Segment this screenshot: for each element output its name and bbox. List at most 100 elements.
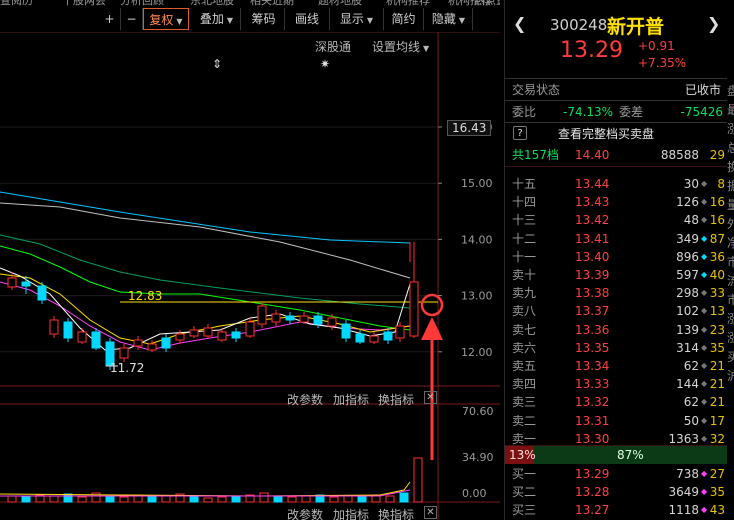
volume-bar: [105, 495, 115, 503]
ask-order-count: 35: [709, 340, 725, 355]
full-book-link[interactable]: 查看完整档买卖盘: [558, 125, 654, 143]
ask-row[interactable]: 十五 13.44 30 8 ◆: [505, 175, 727, 193]
top-menu-item[interactable]: 分析回顾: [120, 0, 164, 6]
ask-row[interactable]: 卖四 13.33 144 21 ◆: [505, 375, 727, 393]
top-menu-strip[interactable]: 查阅历十股两会分析回顾东北地股相关近期题材地股机构推荐机构推荐热点量概念精选机构…: [0, 0, 500, 6]
ratio-bar: 13% 87%: [505, 446, 727, 464]
volume-bar: [119, 496, 129, 503]
diamond-icon: ◆: [701, 379, 708, 389]
cut-off-label: 流: [727, 274, 734, 288]
bid-row[interactable]: 买二 13.28 3649 35 ◆: [505, 483, 727, 501]
hide-dropdown[interactable]: 隐藏 ▼: [425, 8, 473, 30]
cut-off-label: 振: [727, 179, 734, 193]
diamond-icon: ◆: [701, 342, 708, 352]
switch-indicator-button[interactable]: 换指标: [378, 506, 414, 520]
ask-row[interactable]: 卖六 13.35 314 35 ◆: [505, 339, 727, 357]
ask-volume: 48: [683, 213, 699, 228]
ask-row[interactable]: 卖十 13.39 597 40 ◆: [505, 266, 727, 284]
total-levels-price: 14.40: [575, 148, 610, 162]
chevron-down-icon: ▼: [366, 16, 374, 25]
change-params-button[interactable]: 改参数: [287, 391, 323, 408]
bid-row[interactable]: 买三 13.27 1118 43 ◆: [505, 501, 727, 519]
candle-body: [7, 277, 17, 288]
ask-row[interactable]: 十三 13.42 48 16 ◆: [505, 211, 727, 229]
ask-price: 13.37: [575, 304, 610, 319]
overlay-dropdown[interactable]: 叠加 ▼: [193, 8, 241, 30]
display-dropdown-label: 显示: [339, 12, 364, 26]
top-menu-item[interactable]: 热点量: [474, 0, 500, 6]
close-icon[interactable]: ✕: [424, 391, 437, 404]
kline-chart[interactable]: 16.0015.0014.0013.0012.0070.6034.900.00⇕…: [0, 32, 500, 520]
shenzhen-connect-link[interactable]: 深股通: [315, 38, 351, 55]
restore-rights-dropdown[interactable]: 复权 ▼: [143, 8, 189, 30]
bid-row[interactable]: 买一 13.29 738 27 ◆: [505, 465, 727, 483]
top-menu-item[interactable]: 十股两会: [62, 0, 106, 6]
ask-price: 13.44: [575, 177, 610, 191]
top-menu-item[interactable]: 相关近期: [250, 0, 294, 6]
volume-bar: [357, 495, 367, 503]
ask-row[interactable]: 卖五 13.34 62 21 ◆: [505, 357, 727, 375]
ask-row[interactable]: 十一 13.40 896 36 ◆: [505, 248, 727, 266]
chart-canvas[interactable]: 16.0015.0014.0013.0012.0070.6034.900.00⇕…: [0, 32, 500, 520]
candle-body: [133, 339, 143, 347]
zoom-out-button[interactable]: −: [121, 8, 143, 30]
simple-button[interactable]: 简约: [384, 8, 424, 30]
ask-row[interactable]: 十四 13.43 126 16 ◆: [505, 193, 727, 211]
ask-row[interactable]: 十二 13.41 349 87 ◆: [505, 230, 727, 248]
ma-settings-dropdown[interactable]: 设置均线 ▼: [372, 38, 429, 55]
ask-order-count: 21: [709, 395, 725, 410]
candle-body: [409, 281, 419, 337]
diamond-icon: ◆: [701, 288, 708, 298]
price-change-pct: +7.35%: [638, 56, 687, 70]
ask-row[interactable]: 卖九 13.38 298 33 ◆: [505, 284, 727, 302]
change-params-button[interactable]: 改参数: [287, 506, 323, 520]
draw-line-button-label: 画线: [294, 12, 319, 26]
ask-price: 13.42: [575, 213, 610, 228]
ask-order-count: 16: [709, 213, 725, 228]
ask-order-count: 40: [709, 268, 725, 282]
display-dropdown[interactable]: 显示 ▼: [330, 8, 384, 30]
current-price-tag: 16.43: [447, 120, 492, 136]
volume-bar: [329, 496, 339, 503]
help-icon[interactable]: ?: [513, 126, 527, 140]
ask-price: 13.39: [575, 268, 610, 282]
order-ratio-row: 委比 -74.13% 委差 -75426: [505, 103, 727, 121]
candle-body: [91, 331, 101, 349]
ask-order-count: 87: [709, 231, 725, 246]
volume-bar: [259, 492, 269, 503]
chips-button[interactable]: 筹码: [243, 8, 285, 30]
ask-level-label: 卖三: [512, 395, 537, 410]
top-menu-item[interactable]: 机构推荐: [386, 0, 430, 6]
add-indicator-button[interactable]: 加指标: [333, 391, 369, 408]
weibi-value: -74.13%: [563, 105, 614, 119]
prev-stock-icon[interactable]: ❮: [513, 14, 526, 33]
draw-line-button[interactable]: 画线: [285, 8, 330, 30]
full-book-row[interactable]: ? 查看完整档买卖盘: [505, 125, 727, 143]
ask-level-label: 卖二: [512, 413, 537, 428]
ask-level-label: 卖五: [512, 359, 537, 373]
switch-indicator-button[interactable]: 换指标: [378, 391, 414, 408]
ask-row[interactable]: 卖三 13.32 62 21 ◆: [505, 393, 727, 411]
ask-row[interactable]: 卖七 13.36 139 23 ◆: [505, 321, 727, 339]
diamond-icon: ◆: [701, 469, 708, 478]
close-icon[interactable]: ✕: [424, 506, 437, 519]
weicha-value: -75426: [680, 105, 723, 119]
ask-row[interactable]: 卖二 13.31 50 17 ◆: [505, 412, 727, 430]
top-menu-item[interactable]: 题材地股: [318, 0, 362, 6]
cut-off-column: 盘最涨总换振量外净市流市涨涨买沪: [727, 0, 734, 520]
next-stock-icon[interactable]: ❯: [707, 14, 720, 33]
diamond-icon: ◆: [701, 324, 708, 334]
top-menu-item[interactable]: 东北地股: [190, 0, 234, 6]
ask-volume: 50: [683, 413, 699, 428]
ask-level-label: 十一: [512, 249, 537, 264]
cut-off-label: 涨: [727, 122, 734, 136]
ask-volume: 139: [676, 322, 699, 337]
diamond-icon: ◆: [701, 270, 708, 279]
candle-body: [369, 335, 379, 343]
top-menu-item[interactable]: 查阅历: [0, 0, 33, 6]
add-indicator-button[interactable]: 加指标: [333, 506, 369, 520]
ask-row[interactable]: 卖八 13.37 102 13 ◆: [505, 302, 727, 320]
volume-bar: [147, 495, 157, 503]
trading-status-value: 已收市: [684, 83, 721, 97]
zoom-in-button[interactable]: +: [99, 8, 121, 30]
